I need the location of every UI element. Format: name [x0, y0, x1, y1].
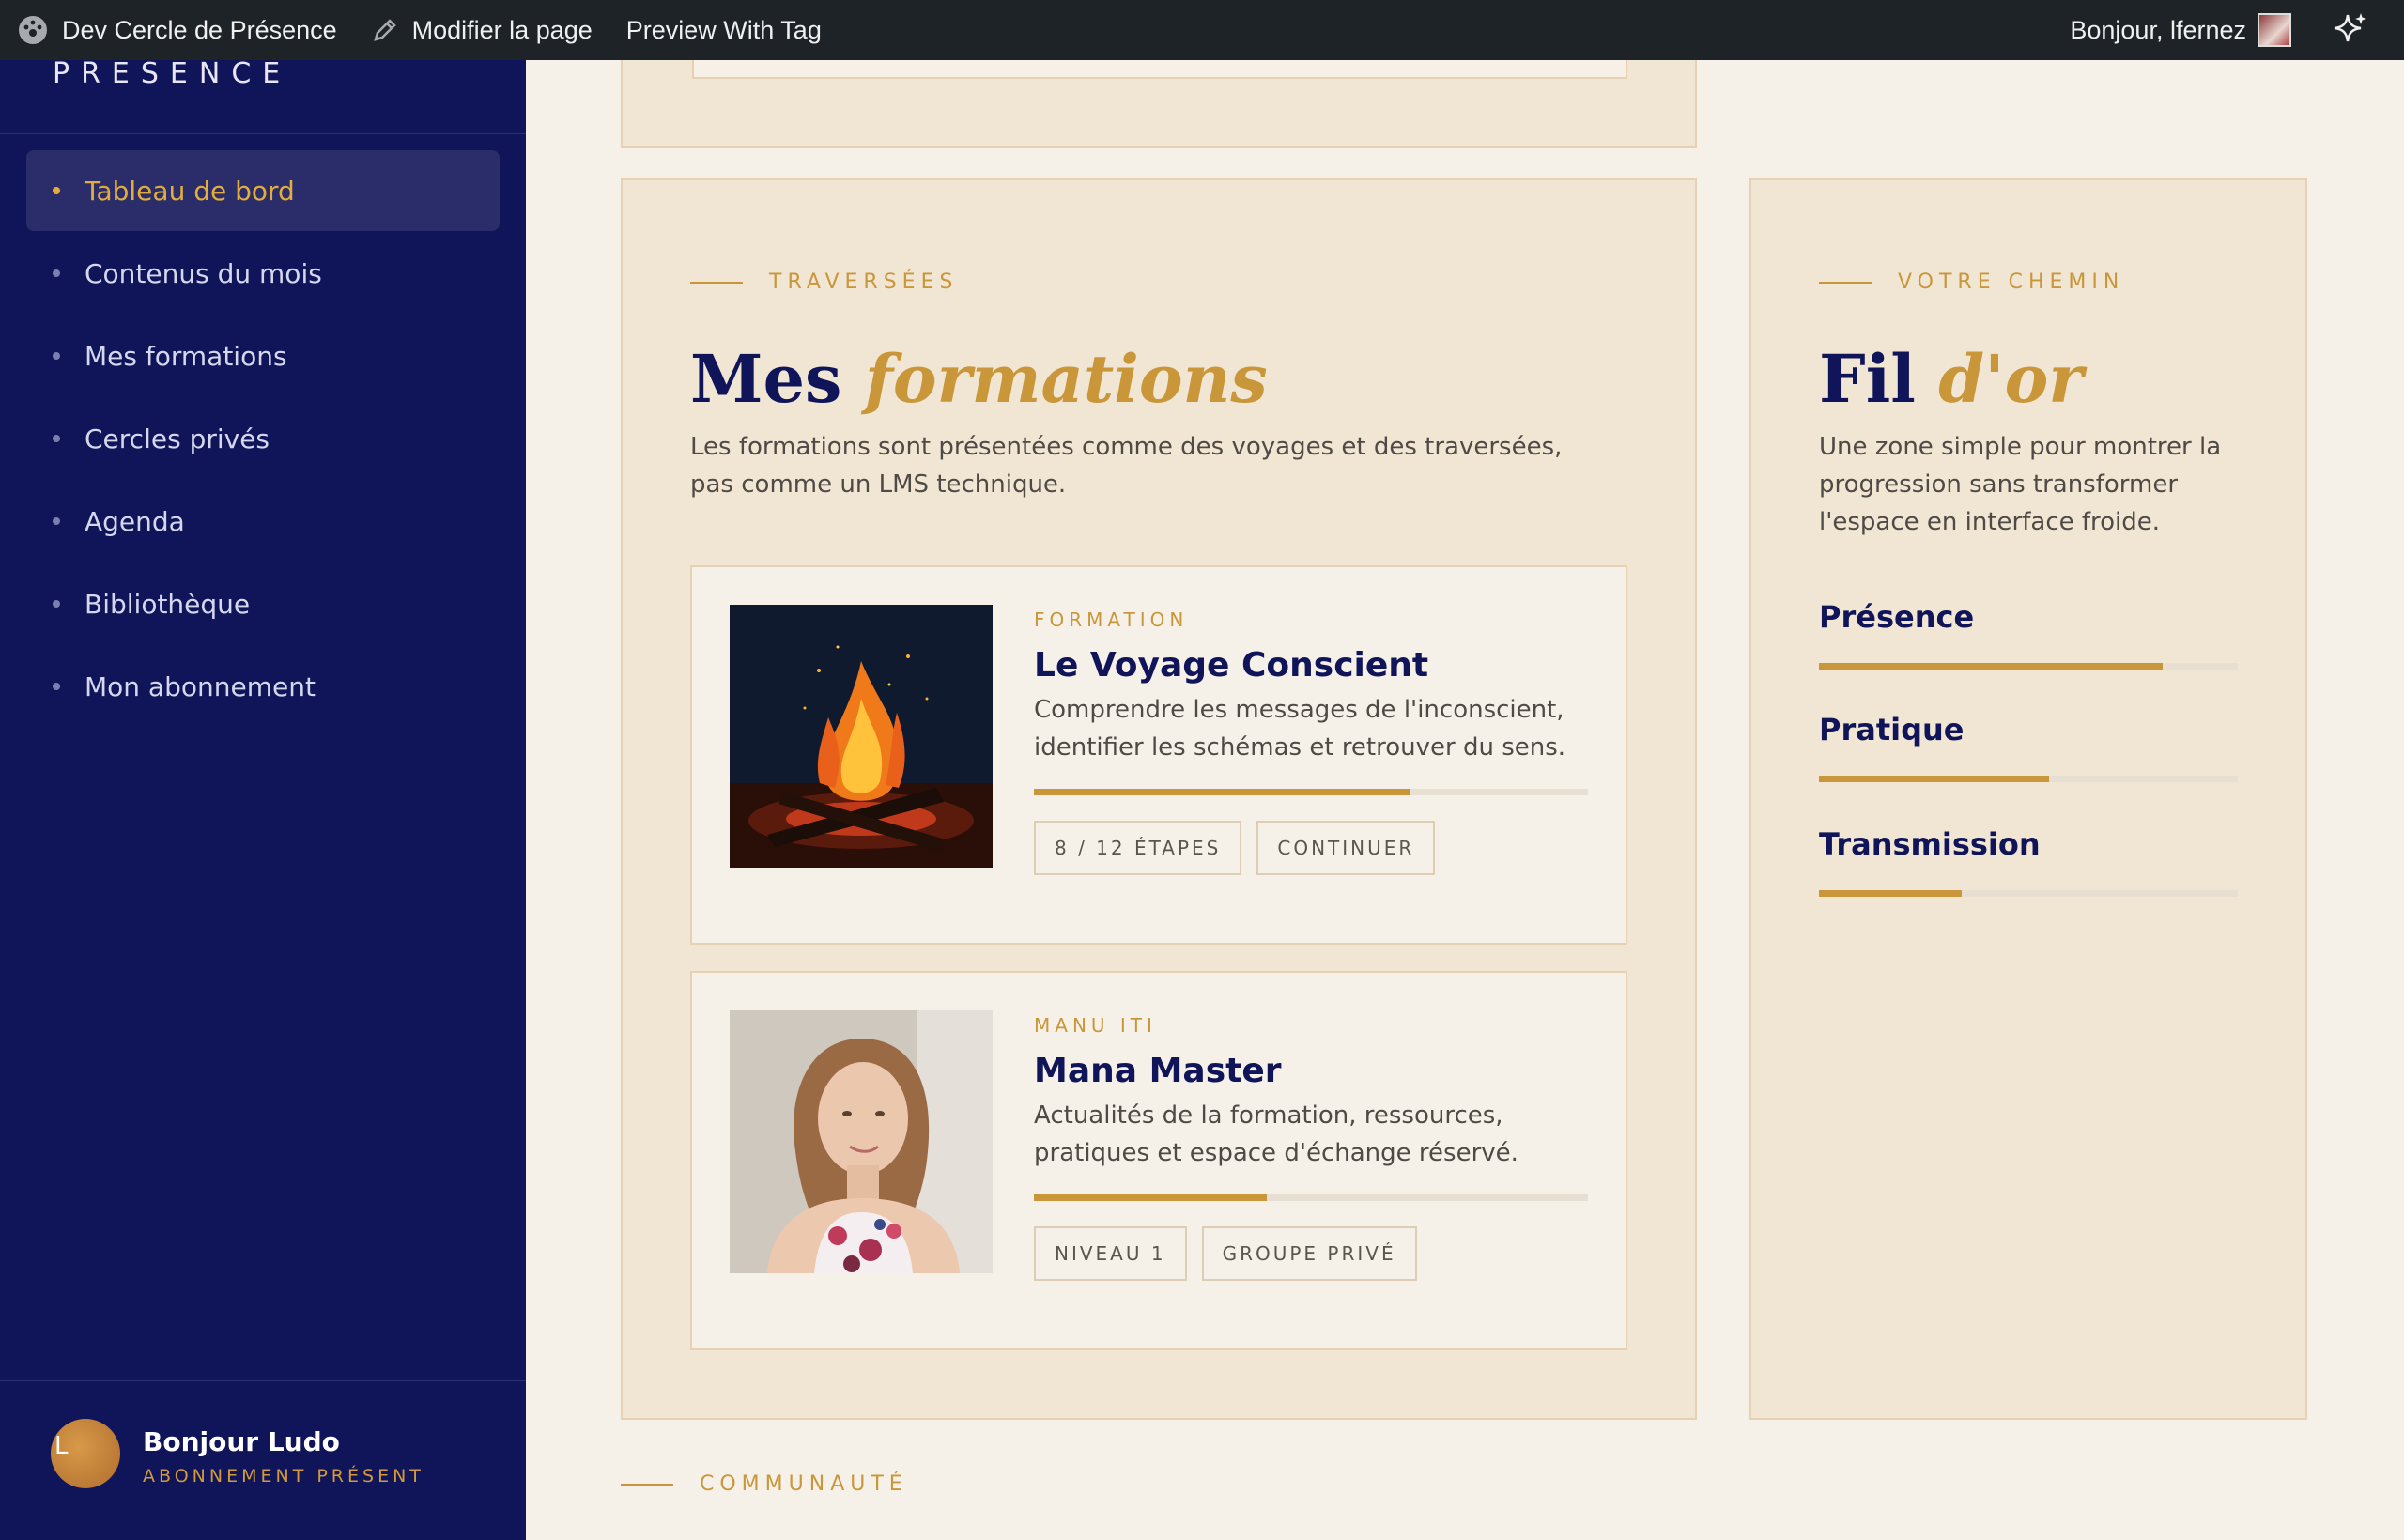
portrait-image — [730, 1010, 993, 1273]
progress-fill — [1034, 1194, 1267, 1201]
progress-fill — [1819, 776, 2050, 782]
sidebar-item-label: Bibliothèque — [85, 588, 251, 620]
previous-section-card — [692, 58, 1627, 79]
progress-fill — [1819, 663, 2163, 670]
sidebar: PRÉSENCE Tableau de bord Contenus du moi… — [0, 60, 526, 1540]
greeting-label: Bonjour, lfernez — [2070, 15, 2246, 44]
private-group-chip[interactable]: GROUPE PRIVÉ — [1201, 1226, 1417, 1281]
eyebrow-text: COMMUNAUTÉ — [700, 1472, 908, 1496]
sidebar-item-label: Cercles privés — [85, 423, 270, 454]
user-name: Bonjour Ludo — [143, 1426, 340, 1457]
bullet-icon — [53, 683, 60, 690]
track-progress-bar — [1819, 890, 2238, 897]
sidebar-item-tableau-de-bord[interactable]: Tableau de bord — [26, 150, 500, 231]
formations-title: Mes formations — [690, 340, 1268, 418]
sidebar-item-label: Mon abonnement — [85, 670, 316, 702]
formations-panel: TRAVERSÉES Mes formations Les formations… — [621, 178, 1697, 1420]
formation-card[interactable]: MANU ITI Mana Master Actualités de la fo… — [690, 971, 1627, 1350]
chemin-panel: VOTRE CHEMIN Fil d'or Une zone simple po… — [1749, 178, 2307, 1420]
sidebar-item-label: Tableau de bord — [85, 175, 295, 207]
eyebrow-text: TRAVERSÉES — [769, 270, 959, 294]
card-title[interactable]: Mana Master — [1034, 1052, 1282, 1090]
site-name: Dev Cercle de Présence — [62, 15, 337, 44]
eyebrow-line — [690, 281, 743, 284]
card-chips: 8 / 12 ÉTAPES CONTINUER — [1034, 821, 1450, 875]
chemin-description: Une zone simple pour montrer la progress… — [1819, 433, 2222, 536]
level-chip: NIVEAU 1 — [1034, 1226, 1187, 1281]
formations-eyebrow: TRAVERSÉES — [690, 270, 958, 294]
track-progress-bar — [1819, 663, 2238, 670]
sidebar-item-label: Agenda — [85, 505, 185, 537]
sidebar-item-bibliotheque[interactable]: Bibliothèque — [26, 563, 500, 644]
user-avatar: L — [51, 1419, 120, 1488]
preview-link[interactable]: Preview With Tag — [609, 0, 839, 60]
track-pratique: Pratique — [1819, 712, 2238, 782]
progress-fill — [1819, 890, 1962, 897]
chemin-title: Fil d'or — [1819, 340, 2083, 418]
bullet-icon — [53, 435, 60, 442]
sidebar-item-label: Mes formations — [85, 340, 287, 372]
formations-description: Les formations sont présentées comme des… — [690, 433, 1563, 499]
preview-label: Preview With Tag — [625, 15, 822, 44]
title-accent: d'or — [1938, 340, 2084, 418]
title-main: Fil — [1819, 340, 1916, 418]
card-progress-bar — [1034, 789, 1588, 795]
sidebar-item-agenda[interactable]: Agenda — [26, 481, 500, 562]
card-tag: MANU ITI — [1034, 1014, 1157, 1037]
edit-page-link[interactable]: Modifier la page — [354, 0, 609, 60]
continue-button[interactable]: CONTINUER — [1256, 821, 1436, 875]
formation-card[interactable]: FORMATION Le Voyage Conscient Comprendre… — [690, 565, 1627, 945]
card-progress-bar — [1034, 1194, 1588, 1201]
track-label: Transmission — [1819, 826, 2041, 862]
site-name-link[interactable]: Dev Cercle de Présence — [0, 0, 354, 60]
chemin-eyebrow: VOTRE CHEMIN — [1819, 270, 2124, 294]
eyebrow-line — [621, 1483, 673, 1486]
steps-chip: 8 / 12 ÉTAPES — [1034, 821, 1242, 875]
sidebar-nav: Tableau de bord Contenus du mois Mes for… — [26, 150, 500, 729]
ai-sparkle-button[interactable] — [2308, 0, 2404, 60]
sidebar-item-cercles-prives[interactable]: Cercles privés — [26, 398, 500, 479]
previous-section-panel — [621, 56, 1697, 148]
account-menu[interactable]: Bonjour, lfernez — [2053, 0, 2308, 60]
dashboard-icon — [19, 16, 47, 44]
bullet-icon — [53, 517, 60, 525]
bullet-icon — [53, 352, 60, 360]
eyebrow-text: VOTRE CHEMIN — [1898, 270, 2125, 294]
eyebrow-line — [1819, 281, 1872, 284]
admin-avatar — [2258, 13, 2291, 47]
title-accent: formations — [864, 340, 1268, 418]
campfire-image — [730, 605, 993, 868]
sidebar-item-mon-abonnement[interactable]: Mon abonnement — [26, 646, 500, 727]
community-eyebrow: COMMUNAUTÉ — [621, 1472, 908, 1496]
card-description: Comprendre les messages de l'inconscient… — [1034, 696, 1566, 762]
track-label: Pratique — [1819, 712, 1965, 747]
title-main: Mes — [690, 340, 842, 418]
sidebar-item-label: Contenus du mois — [85, 257, 322, 289]
sidebar-divider — [0, 133, 526, 134]
sparkle-icon — [2334, 13, 2366, 42]
track-transmission: Transmission — [1819, 826, 2238, 897]
user-plan: ABONNEMENT PRÉSENT — [143, 1466, 424, 1486]
bullet-icon — [53, 187, 60, 194]
admin-bar: Dev Cercle de Présence Modifier la page … — [0, 0, 2404, 60]
track-progress-bar — [1819, 776, 2238, 782]
sidebar-item-mes-formations[interactable]: Mes formations — [26, 316, 500, 396]
card-title[interactable]: Le Voyage Conscient — [1034, 646, 1428, 685]
bullet-icon — [53, 270, 60, 277]
card-chips: NIVEAU 1 GROUPE PRIVÉ — [1034, 1226, 1432, 1281]
progress-fill — [1034, 789, 1411, 795]
brand-logo-text[interactable]: PRÉSENCE — [53, 60, 291, 88]
track-presence: Présence — [1819, 599, 2238, 670]
card-description: Actualités de la formation, ressources, … — [1034, 1101, 1518, 1167]
bullet-icon — [53, 600, 60, 608]
edit-page-label: Modifier la page — [411, 15, 593, 44]
pencil-icon — [373, 19, 396, 41]
sidebar-item-contenus-du-mois[interactable]: Contenus du mois — [26, 233, 500, 314]
user-profile[interactable]: L Bonjour Ludo ABONNEMENT PRÉSENT — [0, 1380, 526, 1540]
track-label: Présence — [1819, 599, 1975, 635]
card-tag: FORMATION — [1034, 608, 1189, 631]
